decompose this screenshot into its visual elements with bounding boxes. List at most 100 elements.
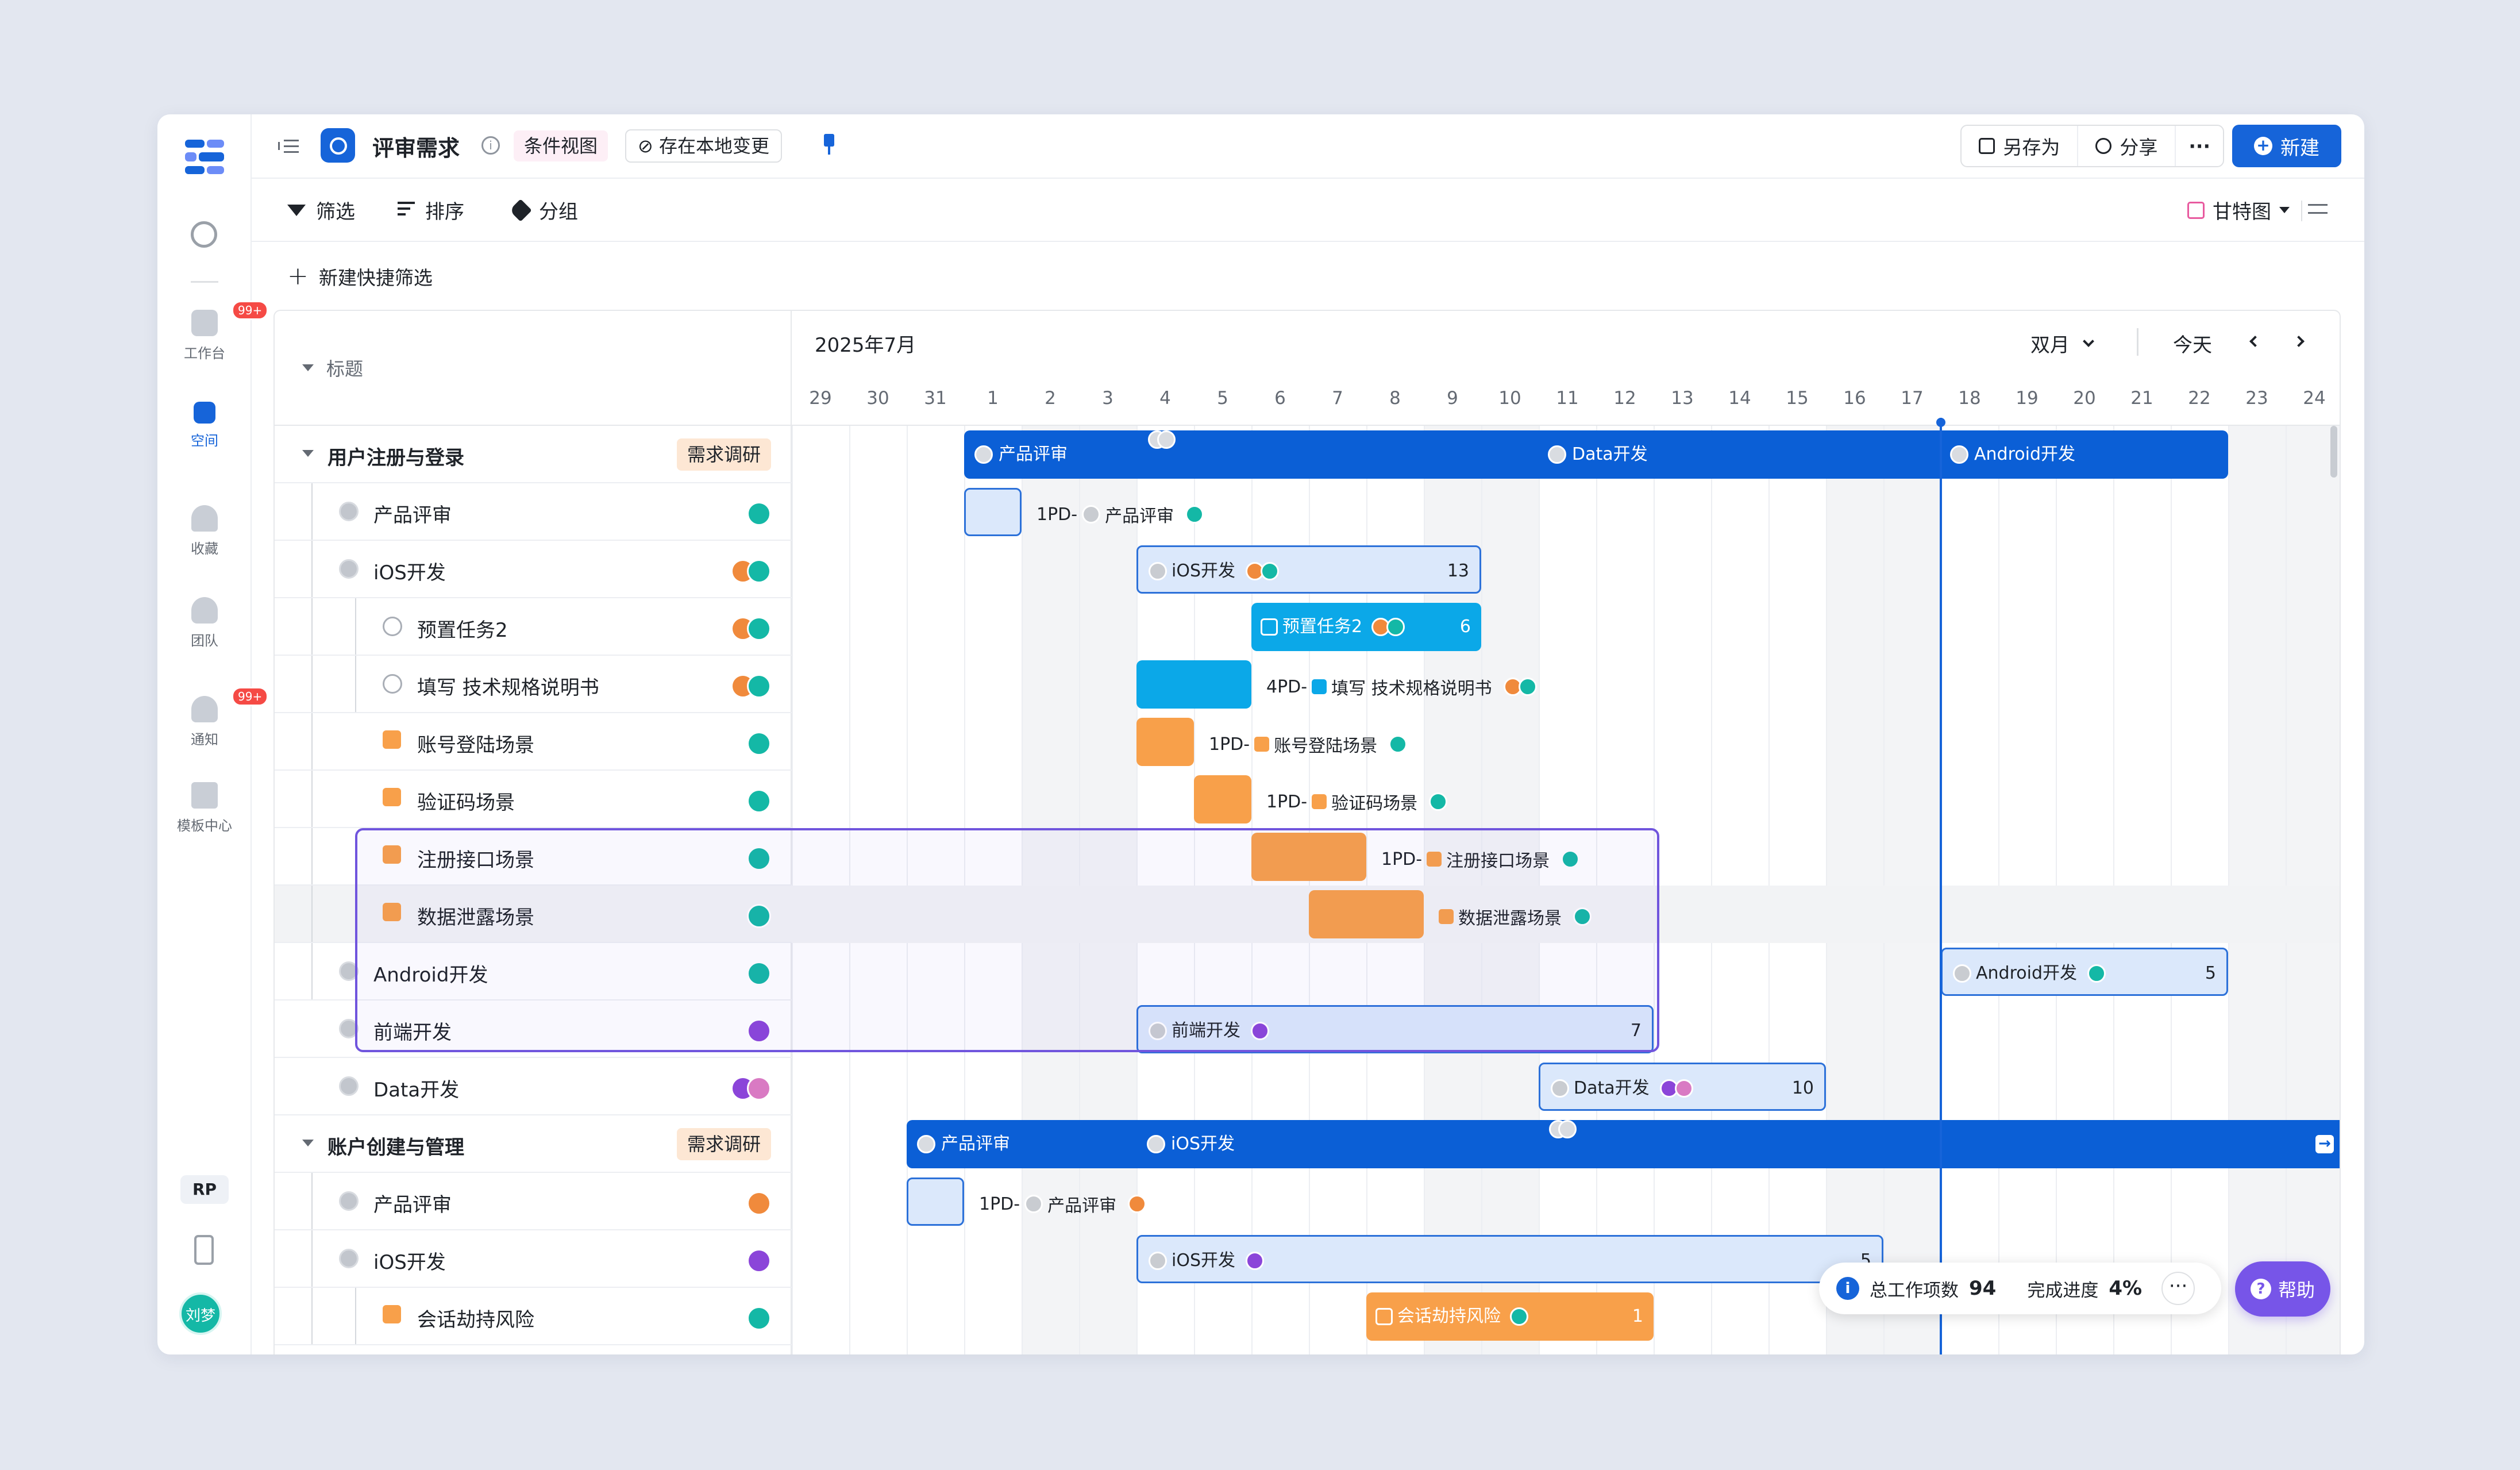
rail-item-label: 模板中心: [177, 818, 232, 834]
group-bar-user-registration[interactable]: 产品评审 Data开发 Android开发: [964, 430, 2228, 479]
status-badge[interactable]: 需求调研: [676, 438, 771, 471]
share-button[interactable]: 分享: [2078, 126, 2176, 166]
today-marker: [1936, 418, 1945, 1354]
row-title: 前端开发: [373, 1021, 452, 1044]
save-as-button[interactable]: 另存为: [1962, 126, 2079, 166]
table-row[interactable]: iOS开发: [275, 1230, 792, 1288]
rail-item-space[interactable]: 空间: [157, 402, 252, 449]
task-bar-session-hijack[interactable]: 会话劫持风险 1: [1366, 1292, 1654, 1341]
status-icon[interactable]: [383, 1305, 401, 1323]
new-quick-filter-button[interactable]: + 新建快捷筛选: [287, 263, 433, 290]
share-label: 分享: [2120, 136, 2158, 159]
status-badge[interactable]: 需求调研: [676, 1128, 771, 1160]
task-bar-register-api[interactable]: [1251, 833, 1366, 881]
status-icon[interactable]: [339, 1076, 359, 1096]
rail-item-templates[interactable]: 模板中心: [157, 782, 252, 834]
group-bar-account-management[interactable]: 产品评审 iOS开发 →: [907, 1120, 2340, 1168]
day-label: 8: [1389, 388, 1401, 409]
collapse-group-icon[interactable]: [302, 450, 314, 457]
group-button[interactable]: 分组: [509, 196, 578, 224]
workspace-chip[interactable]: RP: [180, 1175, 229, 1204]
task-bar-product-review-2[interactable]: [907, 1177, 964, 1226]
next-period-icon[interactable]: [2293, 336, 2305, 347]
task-bar-product-review[interactable]: [964, 488, 1022, 536]
status-icon[interactable]: [339, 1249, 359, 1268]
more-button[interactable]: ···: [2176, 126, 2223, 166]
status-icon[interactable]: [339, 1191, 359, 1211]
table-row[interactable]: Data开发: [275, 1058, 792, 1115]
status-icon[interactable]: [383, 674, 402, 694]
task-bar-ios-dev[interactable]: iOS开发 13: [1136, 545, 1481, 594]
pin-icon[interactable]: [824, 134, 834, 155]
user-avatar[interactable]: 刘梦: [179, 1292, 222, 1335]
unsaved-changes-chip[interactable]: ⊘ 存在本地变更: [625, 129, 782, 163]
table-row[interactable]: 账号登陆场景: [275, 713, 792, 771]
vertical-scrollbar[interactable]: [2330, 426, 2337, 478]
task-bar-frontend-dev[interactable]: 前端开发 7: [1136, 1005, 1654, 1053]
table-row[interactable]: 产品评审: [275, 1173, 792, 1230]
task-bar-ios-dev-2[interactable]: iOS开发 5: [1136, 1235, 1883, 1283]
sort-button[interactable]: 排序: [398, 196, 464, 224]
table-row[interactable]: 产品评审: [275, 483, 792, 541]
rail-item-favorites[interactable]: 收藏: [157, 505, 252, 557]
prev-period-icon[interactable]: [2249, 336, 2261, 347]
filter-button[interactable]: 筛选: [287, 196, 355, 224]
scroll-to-end-icon[interactable]: →: [2315, 1135, 2334, 1153]
status-icon[interactable]: [339, 559, 359, 579]
sort-icon: [398, 201, 415, 219]
task-bar-android-dev[interactable]: Android开发 5: [1941, 948, 2228, 996]
header: 评审需求 i 条件视图 ⊘ 存在本地变更 另存为 分享 ··· + 新建: [252, 114, 2364, 179]
timescale-dropdown[interactable]: 双月: [2030, 329, 2094, 357]
help-button[interactable]: ? 帮助: [2235, 1261, 2330, 1317]
table-row[interactable]: 验证码场景: [275, 771, 792, 828]
mobile-icon[interactable]: [194, 1235, 214, 1265]
status-dot: [1147, 1135, 1165, 1153]
status-icon[interactable]: [383, 903, 401, 921]
status-icon[interactable]: [339, 502, 359, 521]
day-label: 12: [1613, 388, 1636, 409]
status-dot: [974, 445, 993, 464]
status-icon[interactable]: [383, 845, 401, 864]
task-bar-data-dev[interactable]: Data开发 10: [1539, 1063, 1826, 1111]
task-bar-account-login[interactable]: [1136, 718, 1194, 766]
view-settings-icon[interactable]: [2308, 199, 2328, 219]
left-rail: 99+ 工作台 空间 收藏 团队 99+ 通知 模板中心 RP 刘梦: [157, 114, 269, 1354]
summary-more-button[interactable]: ···: [2161, 1272, 2195, 1305]
table-row[interactable]: iOS开发: [275, 541, 792, 598]
status-icon[interactable]: [383, 788, 401, 806]
task-bar-label: 1PD- 注册接口场景: [1381, 846, 1580, 872]
rail-item-workbench[interactable]: 99+ 工作台: [157, 301, 269, 362]
status-icon[interactable]: [339, 1019, 359, 1038]
app-logo[interactable]: [185, 140, 224, 174]
table-row[interactable]: 数据泄露场景: [275, 886, 792, 943]
new-button[interactable]: + 新建: [2232, 125, 2341, 167]
day-label: 31: [924, 388, 947, 409]
collapse-group-icon[interactable]: [302, 1140, 314, 1146]
table-row[interactable]: Android开发: [275, 943, 792, 1000]
rail-item-team[interactable]: 团队: [157, 597, 252, 649]
view-chip[interactable]: 条件视图: [514, 130, 608, 161]
rail-item-notifications[interactable]: 99+ 通知: [157, 687, 269, 748]
group-row[interactable]: 账户创建与管理 需求调研: [275, 1115, 792, 1173]
status-icon[interactable]: [339, 961, 359, 981]
collapse-sidebar-icon[interactable]: [278, 137, 299, 156]
group-row[interactable]: 用户注册与登录 需求调研: [275, 426, 792, 483]
table-row[interactable]: 前端开发: [275, 1000, 792, 1058]
task-bar-tech-spec[interactable]: [1136, 660, 1251, 709]
task-bar-preset-task[interactable]: 预置任务2 6: [1251, 603, 1481, 651]
status-icon[interactable]: [383, 730, 401, 749]
status-icon[interactable]: [383, 617, 402, 636]
view-switch[interactable]: 甘特图: [2187, 196, 2290, 224]
table-row[interactable]: 填写 技术规格说明书: [275, 656, 792, 713]
day-label: 15: [1786, 388, 1809, 409]
info-icon[interactable]: i: [481, 136, 500, 155]
table-row[interactable]: 预置任务2: [275, 598, 792, 656]
today-button[interactable]: 今天: [2173, 329, 2212, 357]
task-bar-data-leak[interactable]: [1309, 890, 1424, 938]
table-row[interactable]: 注册接口场景: [275, 828, 792, 886]
table-row[interactable]: 会话劫持风险: [275, 1288, 792, 1345]
collapse-all-icon[interactable]: [302, 364, 314, 371]
search-icon[interactable]: [191, 221, 217, 248]
task-bar-verification[interactable]: [1194, 775, 1251, 823]
status-dot: [1548, 445, 1566, 464]
